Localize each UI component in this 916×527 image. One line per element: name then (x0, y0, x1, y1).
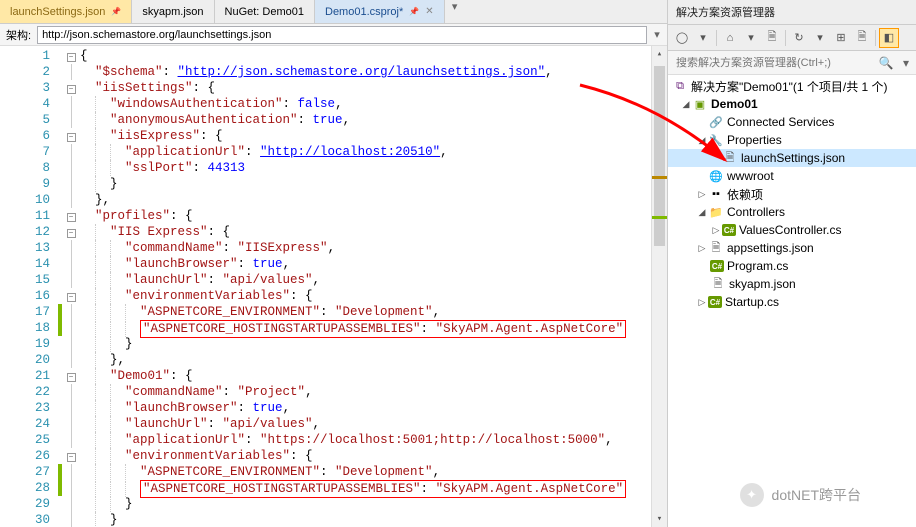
schema-bar: 架构: ▾ (0, 24, 667, 46)
solution-explorer: 解决方案资源管理器 ◯ ▾ ⌂ ▾ 🗎 ↻ ▾ ⊞ 🗎 ◧ 🔍 ▾ ⧉解决方案"… (668, 0, 916, 527)
line-gutter: 1234567891011121314151617181920212223242… (0, 46, 58, 527)
tab-overflow-icon[interactable]: ▾ (445, 0, 465, 23)
solution-search: 🔍 ▾ (668, 51, 916, 75)
watermark: ✦ dotNET跨平台 (740, 483, 861, 507)
home-icon[interactable]: ⌂ (720, 28, 740, 48)
json-icon: 🗎 (708, 240, 724, 256)
scroll-down-icon[interactable]: ▾ (652, 511, 667, 527)
valuescontroller-node[interactable]: ▷C#ValuesController.cs (668, 221, 916, 239)
back-icon[interactable]: ◯ (672, 28, 692, 48)
dependencies-node[interactable]: ▷▪▪依赖项 (668, 185, 916, 203)
fold-icon[interactable]: − (67, 53, 76, 62)
fold-icon[interactable]: − (67, 453, 76, 462)
close-icon[interactable]: ✕ (425, 6, 433, 17)
json-icon: 🗎 (710, 276, 726, 292)
search-icon[interactable]: 🔍 (876, 56, 896, 70)
launchsettings-node[interactable]: 🗎launchSettings.json (668, 149, 916, 167)
fold-icon[interactable]: − (67, 373, 76, 382)
code-lines[interactable]: { "$schema": "http://json.schemastore.or… (80, 46, 651, 527)
fold-icon[interactable]: − (67, 133, 76, 142)
csharp-icon: C# (708, 296, 722, 308)
scroll-mark (652, 176, 667, 179)
tab-bar: launchSettings.json📌 skyapm.json NuGet: … (0, 0, 667, 24)
controllers-node[interactable]: ◢📁Controllers (668, 203, 916, 221)
scroll-up-icon[interactable]: ▴ (652, 46, 667, 62)
json-icon: 🗎 (722, 150, 738, 166)
tab-skyapm[interactable]: skyapm.json (132, 0, 214, 23)
globe-icon: 🌐 (708, 168, 724, 184)
solution-node[interactable]: ⧉解决方案"Demo01"(1 个项目/共 1 个) (668, 77, 916, 95)
wechat-icon: ✦ (740, 483, 764, 507)
wwwroot-node[interactable]: 🌐wwwroot (668, 167, 916, 185)
tab-launchsettings[interactable]: launchSettings.json📌 (0, 0, 132, 23)
solution-tree: ⧉解决方案"Demo01"(1 个项目/共 1 个) ◢▣Demo01 🔗Con… (668, 75, 916, 527)
chevron-down-icon[interactable]: ◢ (680, 99, 692, 110)
csharp-icon: C# (710, 260, 724, 272)
vertical-scrollbar[interactable]: ▴ ▾ (651, 46, 667, 527)
search-input[interactable] (668, 57, 876, 69)
solution-toolbar: ◯ ▾ ⌂ ▾ 🗎 ↻ ▾ ⊞ 🗎 ◧ (668, 25, 916, 51)
csharp-icon: C# (722, 224, 736, 236)
appsettings-node[interactable]: ▷🗎appsettings.json (668, 239, 916, 257)
pin-icon: 📌 (409, 7, 419, 16)
tab-nuget[interactable]: NuGet: Demo01 (215, 0, 315, 23)
show-all-icon[interactable]: 🗎 (762, 28, 782, 48)
schema-label: 架构: (0, 27, 37, 43)
fold-icon[interactable]: − (67, 229, 76, 238)
search-dropdown-icon[interactable]: ▾ (896, 56, 916, 70)
chevron-right-icon[interactable]: ▷ (696, 189, 708, 200)
startup-node[interactable]: ▷C#Startup.cs (668, 293, 916, 311)
properties-icon[interactable]: ⊞ (831, 28, 851, 48)
fold-icon[interactable]: − (67, 213, 76, 222)
panel-title: 解决方案资源管理器 (668, 0, 916, 25)
pin-icon: 📌 (111, 7, 121, 16)
fold-column: − − − − − − − − (62, 46, 80, 527)
schema-dropdown-icon[interactable]: ▾ (647, 28, 667, 41)
code-editor[interactable]: 1234567891011121314151617181920212223242… (0, 46, 667, 527)
scrollbar-thumb[interactable] (654, 66, 665, 246)
chevron-down-icon[interactable]: ◢ (696, 207, 708, 218)
preview-icon[interactable]: 🗎 (852, 28, 872, 48)
wrench-icon: 🔧 (708, 132, 724, 148)
properties-node[interactable]: ◢🔧Properties (668, 131, 916, 149)
scroll-mark (652, 216, 667, 219)
refresh-icon[interactable]: ↻ (789, 28, 809, 48)
chevron-down-icon[interactable]: ◢ (696, 135, 708, 146)
deps-icon: ▪▪ (708, 186, 724, 202)
connected-services-node[interactable]: 🔗Connected Services (668, 113, 916, 131)
chevron-right-icon[interactable]: ▷ (710, 225, 722, 236)
csharp-project-icon: ▣ (692, 96, 708, 112)
skyapm-node[interactable]: 🗎skyapm.json (668, 275, 916, 293)
fold-icon[interactable]: − (67, 293, 76, 302)
tab-csproj[interactable]: Demo01.csproj*📌✕ (315, 0, 445, 23)
connected-icon: 🔗 (708, 114, 724, 130)
chevron-right-icon[interactable]: ▷ (696, 297, 708, 308)
program-node[interactable]: C#Program.cs (668, 257, 916, 275)
sync-icon[interactable]: ▾ (741, 28, 761, 48)
collapse-icon[interactable]: ▾ (810, 28, 830, 48)
folder-icon: 📁 (708, 204, 724, 220)
schema-input[interactable] (37, 26, 647, 44)
fold-icon[interactable]: − (67, 85, 76, 94)
chevron-right-icon[interactable]: ▷ (696, 243, 708, 254)
view-icon[interactable]: ◧ (879, 28, 899, 48)
solution-icon: ⧉ (672, 78, 688, 94)
project-node[interactable]: ◢▣Demo01 (668, 95, 916, 113)
forward-icon[interactable]: ▾ (693, 28, 713, 48)
